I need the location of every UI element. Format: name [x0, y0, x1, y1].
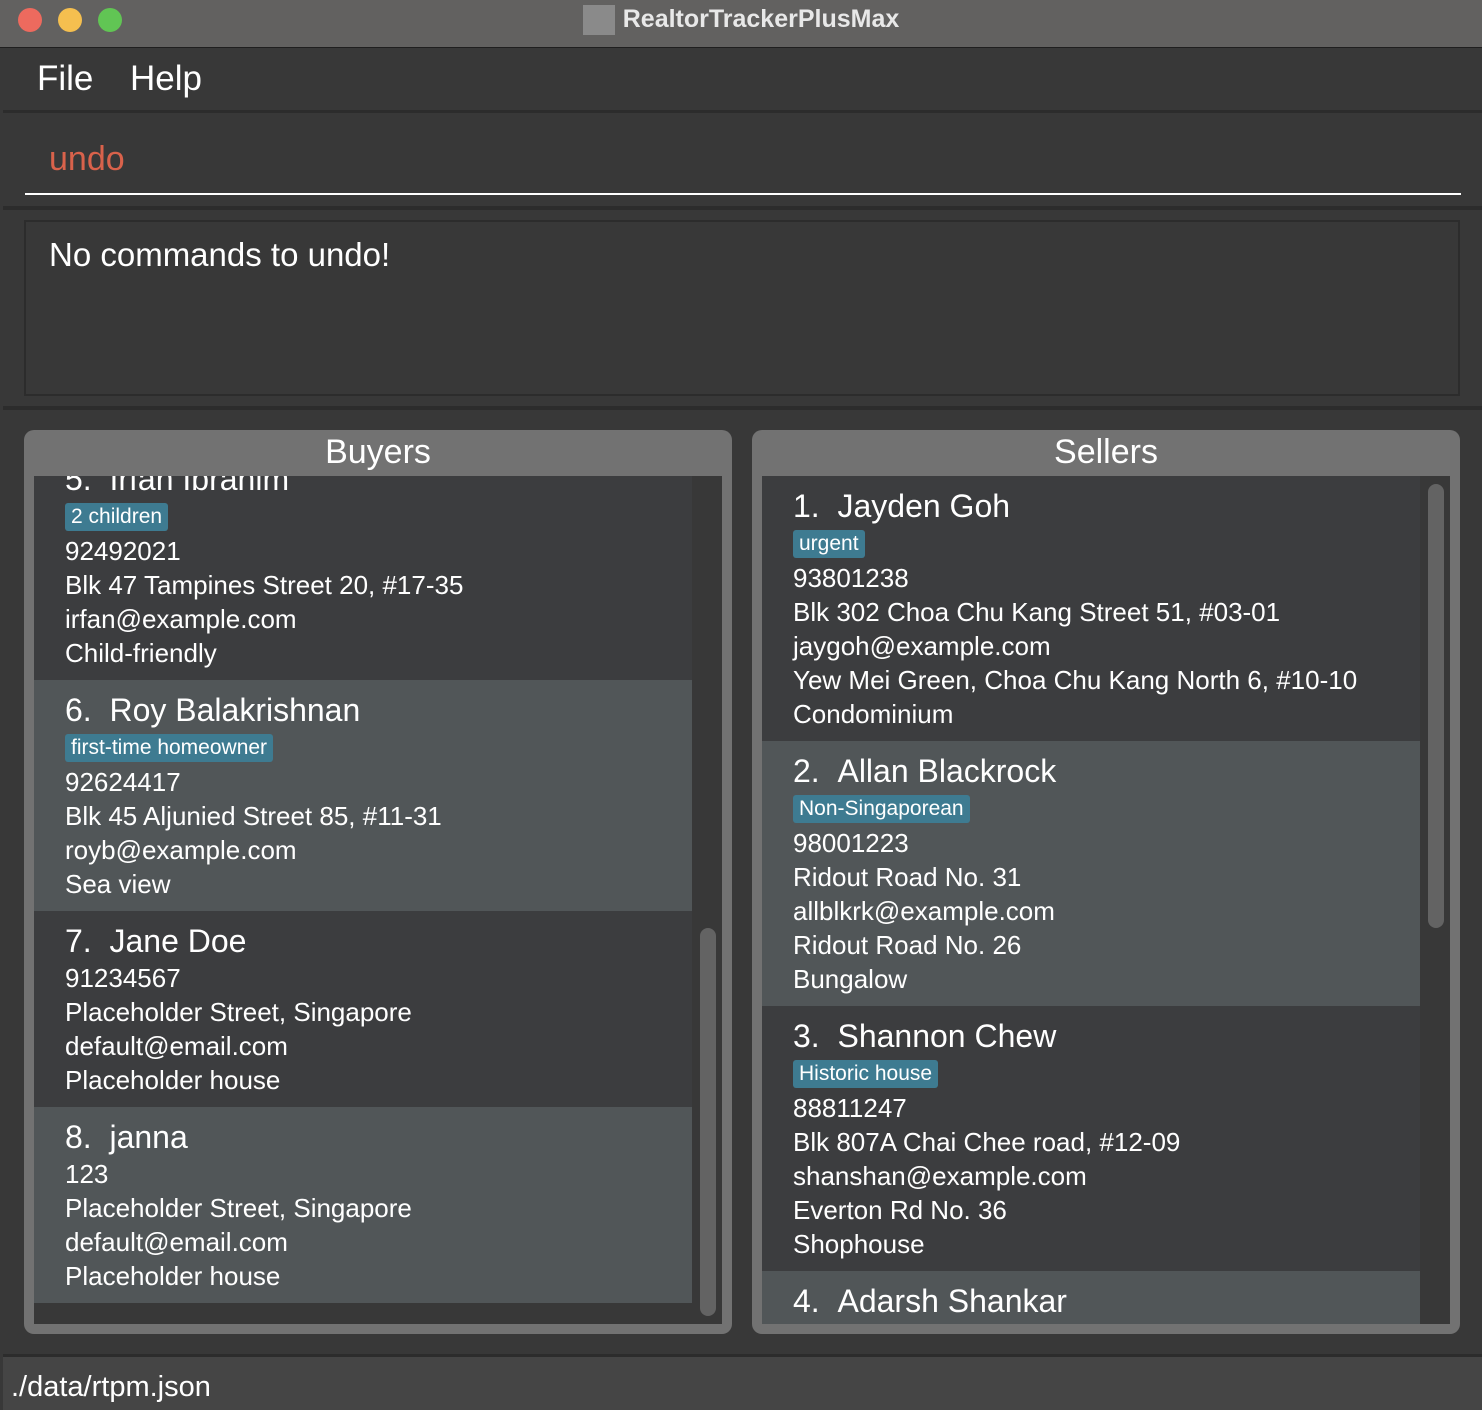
- person-card[interactable]: 6. Roy Balakrishnan first-time homeowner 9…: [34, 680, 692, 911]
- index: 1.: [793, 488, 820, 524]
- result-text: No commands to undo!: [49, 236, 391, 273]
- name: janna: [109, 1119, 188, 1155]
- detail-row: 92624417: [65, 767, 181, 797]
- person-card[interactable]: 4. Adarsh Shankar: [762, 1271, 1420, 1324]
- scrollbar-thumb[interactable]: [1428, 484, 1444, 928]
- buyers-list-content: 5. Irfan Ibrahim 2 children 92492021 Blk 47…: [34, 476, 692, 1303]
- sellers-list-content: 1. Jayden Goh urgent 93801238 Blk 302 Choa …: [762, 476, 1420, 1324]
- detail-row: shanshan@example.com: [793, 1161, 1087, 1191]
- divider: [3, 206, 1482, 210]
- tag-badge: urgent: [793, 530, 865, 558]
- detail-row: 91234567: [65, 963, 181, 993]
- sellers-header: Sellers: [1054, 433, 1158, 471]
- sellers-panel: Sellers 1. Jayden Goh urgent 93801238 Blk 3…: [752, 430, 1460, 1334]
- person-card[interactable]: 5. Irfan Ibrahim 2 children 92492021 Blk 47…: [34, 476, 692, 680]
- detail-row: Placeholder house: [65, 1065, 281, 1095]
- index: 8.: [65, 1119, 92, 1155]
- name: Adarsh Shankar: [837, 1283, 1067, 1319]
- tag-badge: Non-Singaporean: [793, 795, 970, 823]
- name: Roy Balakrishnan: [109, 692, 361, 728]
- person-name: 7. Jane Doe: [65, 921, 692, 961]
- person-name: 8. janna: [65, 1117, 692, 1157]
- index: 5.: [65, 476, 92, 497]
- detail-row: 98001223: [793, 828, 909, 858]
- detail-row: Placeholder Street, Singapore: [65, 997, 412, 1027]
- tag-badge: 2 children: [65, 503, 169, 531]
- name: Jane Doe: [109, 923, 247, 959]
- person-card[interactable]: 2. Allan Blackrock Non-Singaporean 9800122…: [762, 741, 1420, 1006]
- detail-row: jaygoh@example.com: [793, 631, 1051, 661]
- command-underline: [25, 193, 1461, 195]
- person-card[interactable]: 8. janna 123 Placeholder Street, Singapore…: [34, 1107, 692, 1303]
- buyers-header: Buyers: [325, 433, 431, 471]
- detail-row: Child-friendly: [65, 638, 217, 668]
- detail-row: Shophouse: [793, 1229, 925, 1259]
- person-card[interactable]: 7. Jane Doe 91234567 Placeholder Street, S…: [34, 911, 692, 1107]
- buyers-panel: Buyers 5. Irfan Ibrahim 2 children 9249202…: [24, 430, 732, 1334]
- index: 2.: [793, 753, 820, 789]
- detail-row: Placeholder Street, Singapore: [65, 1193, 412, 1223]
- detail-row: 93801238: [793, 563, 909, 593]
- index: 4.: [793, 1283, 820, 1319]
- detail-row: default@email.com: [65, 1227, 288, 1257]
- index: 6.: [65, 692, 92, 728]
- app-icon: [582, 5, 615, 36]
- window-title: RealtorTrackerPlusMax: [0, 5, 1482, 36]
- index: 3.: [793, 1018, 820, 1054]
- name: Irfan Ibrahim: [109, 476, 290, 497]
- tag-badge: Historic house: [793, 1060, 939, 1088]
- person-name: 2. Allan Blackrock: [793, 751, 1420, 791]
- detail-row: Yew Mei Green, Choa Chu Kang North 6, #1…: [793, 665, 1358, 695]
- command-input[interactable]: [49, 140, 1429, 179]
- detail-row: Bungalow: [793, 964, 908, 994]
- buyers-list[interactable]: 5. Irfan Ibrahim 2 children 92492021 Blk 47…: [34, 476, 722, 1324]
- detail-row: royb@example.com: [65, 835, 297, 865]
- person-name: 4. Adarsh Shankar: [793, 1281, 1420, 1321]
- detail-row: Everton Rd No. 36: [793, 1195, 1007, 1225]
- person-card[interactable]: 1. Jayden Goh urgent 93801238 Blk 302 Choa …: [762, 476, 1420, 741]
- menu-file[interactable]: File: [37, 59, 93, 99]
- divider: [3, 406, 1482, 410]
- window-title-text: RealtorTrackerPlusMax: [622, 5, 900, 33]
- result-display: No commands to undo!: [24, 220, 1460, 396]
- command-box: [3, 116, 1482, 206]
- person-card[interactable]: 3. Shannon Chew Historic house 88811247 Blk…: [762, 1006, 1420, 1271]
- detail-row: Blk 807A Chai Chee road, #12-09: [793, 1127, 1181, 1157]
- detail-row: default@email.com: [65, 1031, 288, 1061]
- buyers-scrollbar[interactable]: [692, 476, 722, 1324]
- detail-row: 88811247: [793, 1093, 907, 1123]
- detail-row: Condominium: [793, 699, 954, 729]
- sellers-list[interactable]: 1. Jayden Goh urgent 93801238 Blk 302 Choa …: [762, 476, 1450, 1324]
- menu-help[interactable]: Help: [130, 59, 202, 99]
- menu-bar: File Help: [3, 49, 1482, 113]
- title-bar: RealtorTrackerPlusMax: [0, 0, 1482, 48]
- person-name: 3. Shannon Chew: [793, 1016, 1420, 1056]
- detail-row: Placeholder house: [65, 1261, 281, 1291]
- detail-row: allblkrk@example.com: [793, 896, 1055, 926]
- detail-row: Ridout Road No. 26: [793, 930, 1022, 960]
- sellers-scrollbar[interactable]: [1420, 476, 1450, 1324]
- person-name: 1. Jayden Goh: [793, 486, 1420, 526]
- person-name: 5. Irfan Ibrahim: [65, 476, 692, 499]
- scrollbar-thumb[interactable]: [700, 928, 716, 1316]
- detail-row: irfan@example.com: [65, 604, 297, 634]
- detail-row: Blk 45 Aljunied Street 85, #11-31: [65, 801, 442, 831]
- detail-row: Sea view: [65, 869, 171, 899]
- name: Shannon Chew: [837, 1018, 1057, 1054]
- name: Allan Blackrock: [837, 753, 1057, 789]
- person-name: 6. Roy Balakrishnan: [65, 690, 692, 730]
- tag-badge: first-time homeowner: [65, 734, 274, 762]
- status-bar: ./data/rtpm.json: [3, 1354, 1482, 1410]
- index: 7.: [65, 923, 92, 959]
- save-location: ./data/rtpm.json: [11, 1371, 211, 1403]
- detail-row: 123: [65, 1159, 109, 1189]
- detail-row: Blk 47 Tampines Street 20, #17-35: [65, 570, 464, 600]
- detail-row: Ridout Road No. 31: [793, 862, 1022, 892]
- detail-row: Blk 302 Choa Chu Kang Street 51, #03-01: [793, 597, 1281, 627]
- name: Jayden Goh: [837, 488, 1011, 524]
- detail-row: 92492021: [65, 536, 181, 566]
